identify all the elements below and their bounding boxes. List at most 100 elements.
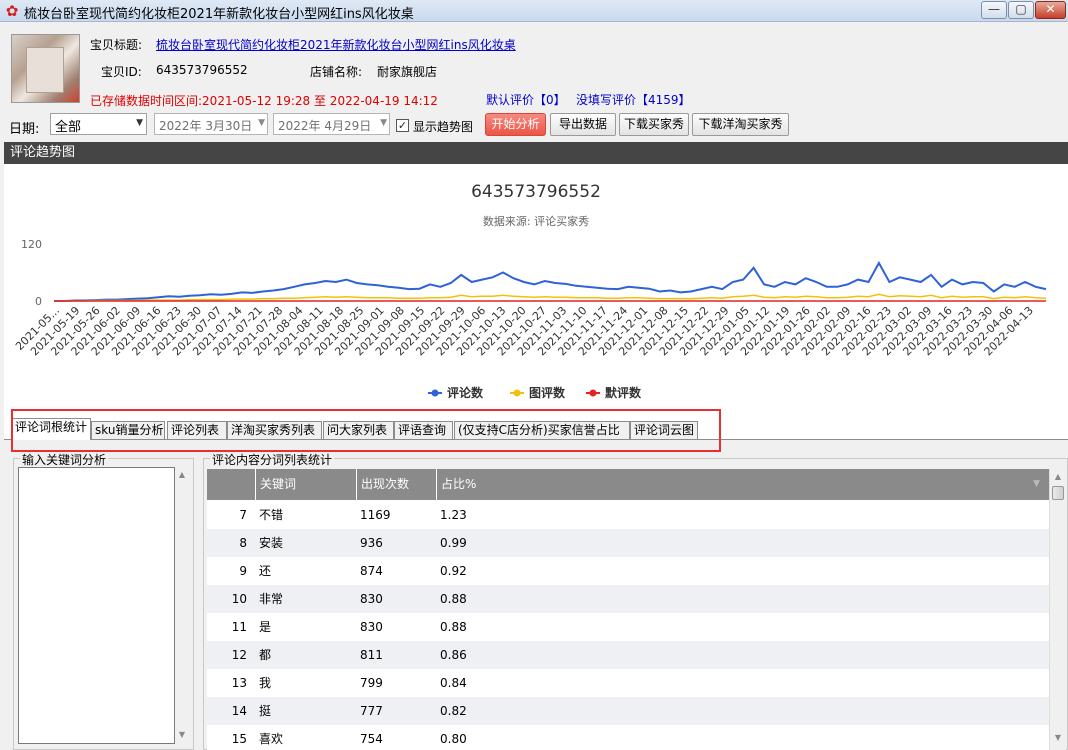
tab-7[interactable]: (仅支持C店分析)买家信誉占比	[454, 421, 630, 440]
download-buyer-show-button[interactable]: 下载买家秀	[619, 113, 689, 136]
start-date-picker[interactable]: 2022年 3月30日 ▼	[154, 113, 268, 135]
date-range-value: 全部	[55, 120, 82, 135]
table-row[interactable]: 9 还 874 0.92	[207, 557, 1049, 585]
cell-keyword: 喜欢	[259, 732, 284, 746]
col-header-count[interactable]: 出现次数	[356, 469, 436, 500]
legend-swatch-dot	[589, 389, 597, 397]
product-title-link[interactable]: 梳妆台卧室现代简约化妆柜2021年新款化妆台小型网红ins风化妆桌	[156, 36, 516, 53]
show-trend-checkbox[interactable]: ✓	[396, 119, 409, 132]
scroll-thumb[interactable]	[1052, 486, 1064, 500]
cell-percent: 0.86	[440, 648, 467, 662]
tab-5[interactable]: 问大家列表	[323, 421, 394, 440]
cell-percent: 0.80	[440, 732, 467, 746]
cell-count: 936	[360, 536, 383, 550]
table-row[interactable]: 12 都 811 0.86	[207, 641, 1049, 669]
tab-6[interactable]: 评语查询	[394, 421, 453, 440]
legend-label: 默评数	[605, 385, 642, 400]
chart-subtitle: 数据来源: 评论买家秀	[483, 214, 589, 228]
cell-count: 754	[360, 732, 383, 746]
tab-3[interactable]: 评论列表	[167, 421, 227, 440]
stats-table: 关键词 出现次数 占比% ▼ 7 不错 1169 1.23 8 安装 936 0.99 9 还 87…	[207, 469, 1049, 750]
table-header: 关键词 出现次数 占比% ▼	[207, 469, 1049, 500]
close-button[interactable]: ✕	[1035, 1, 1066, 19]
keyword-input[interactable]	[18, 467, 175, 744]
chart-title: 643573796552	[471, 182, 601, 202]
chevron-down-icon: ▼	[258, 118, 265, 128]
cell-keyword: 都	[259, 648, 272, 662]
cell-keyword: 是	[259, 620, 272, 634]
table-row[interactable]: 15 喜欢 754 0.80	[207, 725, 1049, 750]
cell-count: 811	[360, 648, 383, 662]
unfilled-reviews-count: 没填写评价【4159】	[576, 93, 691, 107]
cell-rank: 9	[239, 564, 247, 578]
cell-rank: 14	[231, 704, 247, 718]
cell-rank: 15	[231, 732, 247, 746]
maximize-button[interactable]: ▢	[1008, 1, 1034, 19]
col-header-rank[interactable]	[207, 469, 255, 500]
scroll-down-icon[interactable]: ▼	[175, 730, 189, 739]
start-analysis-button[interactable]: 开始分析	[485, 113, 546, 136]
table-row[interactable]: 8 安装 936 0.99	[207, 529, 1049, 557]
trend-chart: 643573796552 数据来源: 评论买家秀 0 120 2021-05... 202…	[4, 164, 1068, 410]
sort-chevron-icon: ▼	[1033, 479, 1040, 489]
chevron-down-icon: ▼	[380, 118, 387, 128]
cell-count: 1169	[360, 508, 391, 522]
chevron-down-icon: ▼	[136, 118, 143, 128]
table-row[interactable]: 13 我 799 0.84	[207, 669, 1049, 697]
product-title-label: 宝贝标题:	[90, 38, 143, 52]
tab-4[interactable]: 洋淘买家秀列表	[227, 421, 322, 440]
stats-group-title: 评论内容分词列表统计	[210, 451, 335, 468]
scroll-down-icon[interactable]: ▼	[1051, 733, 1065, 742]
cell-percent: 0.82	[440, 704, 467, 718]
table-row[interactable]: 7 不错 1169 1.23	[207, 501, 1049, 529]
scroll-up-icon[interactable]: ▲	[175, 470, 189, 479]
shop-name-label: 店铺名称:	[310, 65, 363, 79]
date-range-select[interactable]: 全部 ▼	[50, 113, 147, 135]
tab-1[interactable]: 评论词根统计	[11, 418, 91, 440]
cell-rank: 13	[231, 676, 247, 690]
cell-count: 799	[360, 676, 383, 690]
y-tick-label: 120	[21, 238, 42, 251]
default-reviews-count: 默认评价【0】	[486, 93, 566, 107]
product-thumbnail[interactable]	[11, 34, 80, 103]
cell-keyword: 我	[259, 676, 272, 690]
cell-percent: 0.99	[440, 536, 467, 550]
cell-count: 874	[360, 564, 383, 578]
download-yangtao-show-button[interactable]: 下载洋淘买家秀	[692, 113, 789, 136]
title-bar: ✿ 梳妆台卧室现代简约化妆柜2021年新款化妆台小型网红ins风化妆桌 — ▢ …	[0, 0, 1068, 22]
end-date-picker[interactable]: 2022年 4月29日 ▼	[273, 113, 390, 135]
table-row[interactable]: 10 非常 830 0.88	[207, 585, 1049, 613]
start-date-value: 2022年 3月30日	[159, 119, 253, 133]
cell-percent: 0.92	[440, 564, 467, 578]
cell-keyword: 还	[259, 564, 272, 578]
table-row[interactable]: 11 是 830 0.88	[207, 613, 1049, 641]
table-row[interactable]: 14 挺 777 0.82	[207, 697, 1049, 725]
tab-8[interactable]: 评论词云图	[630, 421, 698, 440]
date-label: 日期:	[9, 122, 40, 137]
cell-keyword: 挺	[259, 704, 272, 718]
keyword-group-title: 输入关键词分析	[20, 451, 109, 468]
cell-keyword: 安装	[259, 536, 284, 550]
legend-swatch-dot	[513, 389, 521, 397]
cell-count: 830	[360, 592, 383, 606]
trend-chart-svg: 643573796552数据来源: 评论买家秀01202021-05...202…	[13, 182, 1047, 400]
cell-count: 830	[360, 620, 383, 634]
cell-rank: 8	[239, 536, 247, 550]
tab-2[interactable]: sku销量分析	[91, 421, 165, 440]
col-header-percent[interactable]: 占比%	[436, 469, 1049, 500]
keyword-scrollbar[interactable]: ▲ ▼	[175, 467, 189, 744]
table-scrollbar[interactable]: ▲ ▼	[1049, 469, 1066, 750]
scroll-up-icon[interactable]: ▲	[1051, 472, 1065, 481]
export-data-button[interactable]: 导出数据	[550, 113, 616, 136]
minimize-button[interactable]: —	[981, 1, 1007, 19]
app-flower-icon: ✿	[5, 2, 19, 20]
cell-rank: 11	[231, 620, 247, 634]
stored-data-range: 已存储数据时间区间:2021-05-12 19:28 至 2022-04-19 …	[90, 94, 438, 108]
legend-label: 图评数	[529, 385, 566, 400]
show-trend-label: 显示趋势图	[413, 120, 474, 134]
cell-rank: 10	[231, 592, 247, 606]
cell-keyword: 不错	[259, 508, 284, 522]
product-id-value: 643573796552	[156, 63, 248, 77]
col-header-keyword[interactable]: 关键词	[255, 469, 356, 500]
y-tick-label: 0	[35, 295, 42, 308]
